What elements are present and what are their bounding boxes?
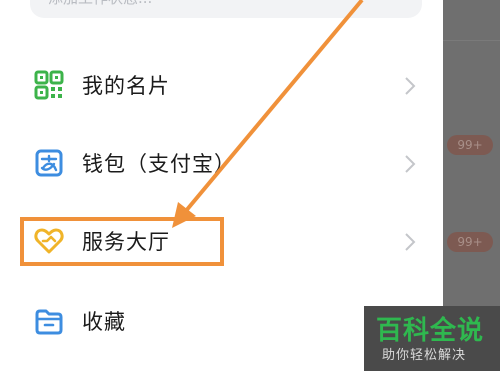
work-status-input[interactable]: [30, 0, 422, 18]
qr-card-icon: [34, 70, 64, 100]
menu-item-my-card[interactable]: 我的名片: [0, 56, 443, 116]
menu-item-label: 我的名片: [82, 74, 170, 98]
menu-item-label: 钱包（支付宝）: [82, 152, 236, 176]
menu-item-wallet[interactable]: 钱包（支付宝）: [0, 134, 443, 194]
watermark-subtitle: 助你轻松解决: [382, 348, 467, 363]
highlight-box: [20, 217, 224, 266]
folder-icon: [35, 309, 63, 335]
chevron-right-icon: [405, 233, 416, 251]
watermark-title: 百科全说: [376, 316, 485, 346]
wallet-icon: [35, 149, 63, 177]
watermark-logo: 百科全说 助你轻松解决: [364, 306, 500, 371]
chevron-right-icon: [405, 77, 416, 95]
chevron-right-icon: [405, 155, 416, 173]
menu-item-label: 收藏: [82, 310, 126, 334]
background-divider: [443, 40, 500, 41]
background-unread-badge: 99+: [447, 232, 493, 252]
background-unread-badge: 99+: [447, 135, 493, 155]
